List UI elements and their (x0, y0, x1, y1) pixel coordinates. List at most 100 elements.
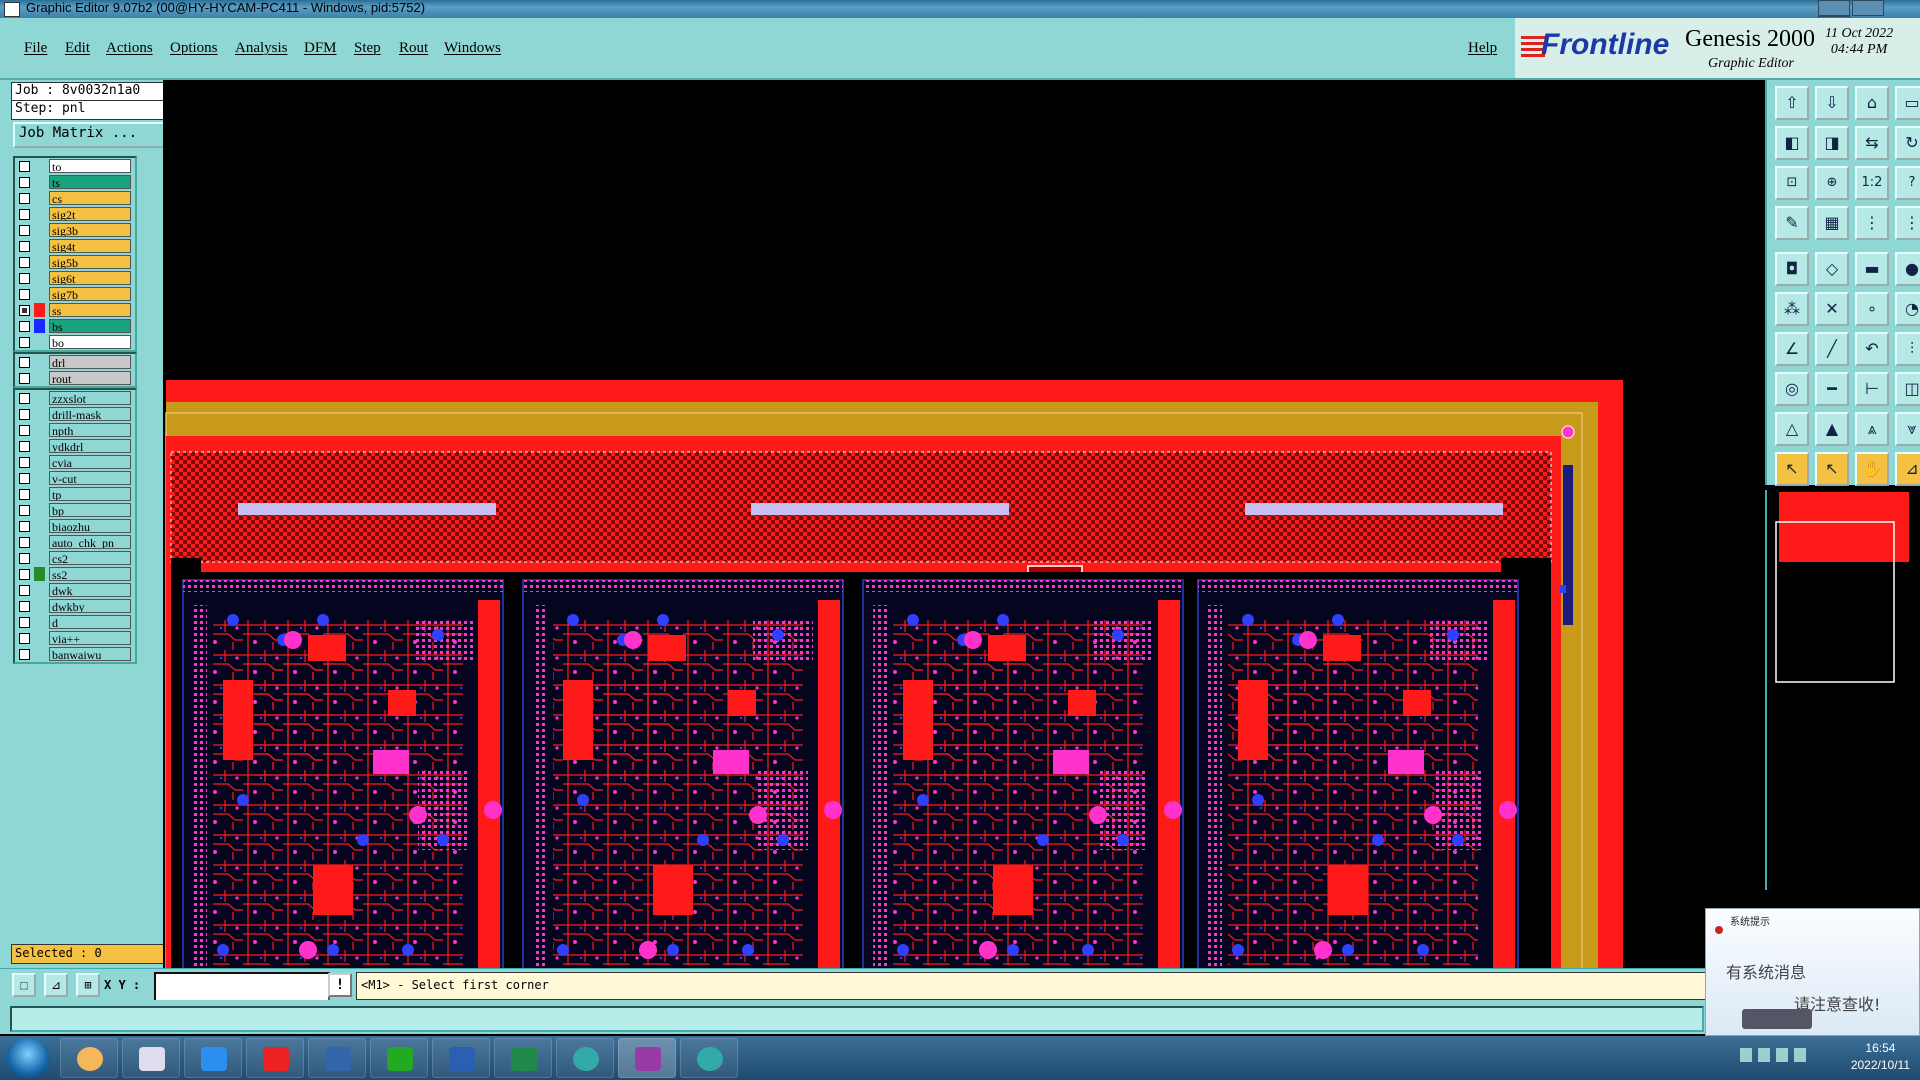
layer-row-tp[interactable]: tp (15, 486, 135, 502)
draw-icon[interactable]: ╱ (1815, 332, 1849, 366)
layer-row-cs[interactable]: cs (15, 190, 135, 206)
layer-checkbox[interactable] (19, 225, 30, 236)
layer-row-sig4t[interactable]: sig4t (15, 238, 135, 254)
net-icon[interactable]: ⁂ (1775, 292, 1809, 326)
layer-name[interactable]: bs (49, 319, 131, 333)
taskbar-app-notepad[interactable] (122, 1038, 180, 1078)
layer-name[interactable]: drill-mask (49, 407, 131, 421)
taskbar-app-eye2[interactable] (680, 1038, 738, 1078)
layer-row-auto_chk_pn[interactable]: auto_chk_pn (15, 534, 135, 550)
layer-row-to[interactable]: to (15, 158, 135, 174)
group-icon[interactable]: ◫ (1895, 372, 1920, 406)
layer-name[interactable]: to (49, 159, 131, 173)
layer-row-ydkdrl[interactable]: ydkdrl (15, 438, 135, 454)
menu-edit[interactable]: Edit (65, 40, 90, 57)
layer-checkbox[interactable] (19, 241, 30, 252)
measure-icon[interactable]: ━ (1815, 372, 1849, 406)
layer-checkbox[interactable] (19, 289, 30, 300)
layer-checkbox[interactable] (19, 633, 30, 644)
layer-row-dwk[interactable]: dwk (15, 582, 135, 598)
layer-checkbox[interactable] (19, 569, 30, 580)
layer-row-zzxslot[interactable]: zzxslot (15, 390, 135, 406)
select-tool-icon[interactable]: ⬚ (12, 973, 36, 997)
maximize-button[interactable] (1852, 0, 1884, 16)
menu-step[interactable]: Step (354, 40, 381, 57)
layer-name[interactable]: sig3b (49, 223, 131, 237)
layer-checkbox[interactable] (19, 521, 30, 532)
layer-checkbox[interactable] (19, 489, 30, 500)
layer-checkbox[interactable] (19, 505, 30, 516)
pointer-icon[interactable]: ↖ (1775, 452, 1809, 486)
zoom-box-icon[interactable]: ⊡ (1775, 166, 1809, 200)
snap-icon[interactable]: ✎ (1775, 206, 1809, 240)
layer-name[interactable]: v-cut (49, 471, 131, 485)
layer-checkbox[interactable] (19, 321, 30, 332)
layer-checkbox[interactable] (19, 617, 30, 628)
layer-checkbox[interactable] (19, 409, 30, 420)
layer-name[interactable]: zzxslot (49, 391, 131, 405)
layer-name[interactable]: npth (49, 423, 131, 437)
layer-name[interactable]: bo (49, 335, 131, 349)
layer-name[interactable]: ss2 (49, 567, 131, 581)
layer-checkbox[interactable] (19, 393, 30, 404)
layer-name[interactable]: sig4t (49, 239, 131, 253)
layer-row-rout[interactable]: rout (15, 370, 135, 386)
taskbar-clock[interactable]: 16:54 2022/10/11 (1851, 1040, 1910, 1074)
triangle2-icon[interactable]: ▲ (1815, 412, 1849, 446)
taskbar-app-send[interactable] (184, 1038, 242, 1078)
target-icon[interactable]: ◎ (1775, 372, 1809, 406)
layer-checkbox[interactable] (19, 537, 30, 548)
line-icon[interactable]: ▬ (1855, 252, 1889, 286)
layer-row-sig5b[interactable]: sig5b (15, 254, 135, 270)
triangle3-icon[interactable]: ⩓ (1855, 412, 1889, 446)
home-icon[interactable]: ⌂ (1855, 86, 1889, 120)
ratio-icon[interactable]: 1:2 (1855, 166, 1889, 200)
layer-row-biaozhu[interactable]: biaozhu (15, 518, 135, 534)
triangle-icon[interactable]: △ (1775, 412, 1809, 446)
graphic-canvas[interactable] (163, 80, 1765, 968)
layer-checkbox[interactable] (19, 373, 30, 384)
layer-checkbox[interactable] (19, 177, 30, 188)
layer-name[interactable]: sig7b (49, 287, 131, 301)
taskbar-app-red[interactable] (246, 1038, 304, 1078)
layer-name[interactable]: via++ (49, 631, 131, 645)
pointer2-icon[interactable]: ↖ (1815, 452, 1849, 486)
split-icon[interactable]: ⫶ (1895, 332, 1920, 366)
layer-row-d[interactable]: d (15, 614, 135, 630)
layer-checkbox[interactable] (19, 425, 30, 436)
refresh-icon[interactable]: ↻ (1895, 126, 1920, 160)
zoom-fit-icon[interactable]: ⊕ (1815, 166, 1849, 200)
taskbar-app-green[interactable] (370, 1038, 428, 1078)
layer-checkbox[interactable] (19, 457, 30, 468)
layer-row-bo[interactable]: bo (15, 334, 135, 350)
layer-row-banwaiwu[interactable]: banwaiwu (15, 646, 135, 662)
taskbar-app-shell[interactable] (60, 1038, 118, 1078)
layer-name[interactable]: ss (49, 303, 131, 317)
node-icon[interactable]: ◔ (1895, 292, 1920, 326)
layer-checkbox[interactable] (19, 209, 30, 220)
layer-name[interactable]: d (49, 615, 131, 629)
layer-checkbox[interactable] (19, 273, 30, 284)
layer-checkbox[interactable] (19, 649, 30, 660)
layer-checkbox[interactable] (19, 553, 30, 564)
menu-file[interactable]: File (24, 40, 47, 57)
layer-checkbox[interactable] (19, 257, 30, 268)
layer-row-drl[interactable]: drl (15, 354, 135, 370)
angle-icon[interactable]: ∠ (1775, 332, 1809, 366)
layer-name[interactable]: bp (49, 503, 131, 517)
overview-window[interactable] (1765, 490, 1920, 890)
taskbar-app-word[interactable] (432, 1038, 490, 1078)
pad-icon[interactable]: ◘ (1775, 252, 1809, 286)
layers2-icon[interactable]: ⋮ (1895, 206, 1920, 240)
layer-row-bp[interactable]: bp (15, 502, 135, 518)
shape-icon[interactable]: ◇ (1815, 252, 1849, 286)
layer-name[interactable]: biaozhu (49, 519, 131, 533)
layer-checkbox[interactable] (19, 441, 30, 452)
layer-name[interactable]: ydkdrl (49, 439, 131, 453)
layer-row-dwkby[interactable]: dwkby (15, 598, 135, 614)
layer-checkbox[interactable] (19, 601, 30, 612)
hand-icon[interactable]: ✋ (1855, 452, 1889, 486)
layer-row-ts[interactable]: ts (15, 174, 135, 190)
layer-name[interactable]: cs2 (49, 551, 131, 565)
layer-row-cs2[interactable]: cs2 (15, 550, 135, 566)
